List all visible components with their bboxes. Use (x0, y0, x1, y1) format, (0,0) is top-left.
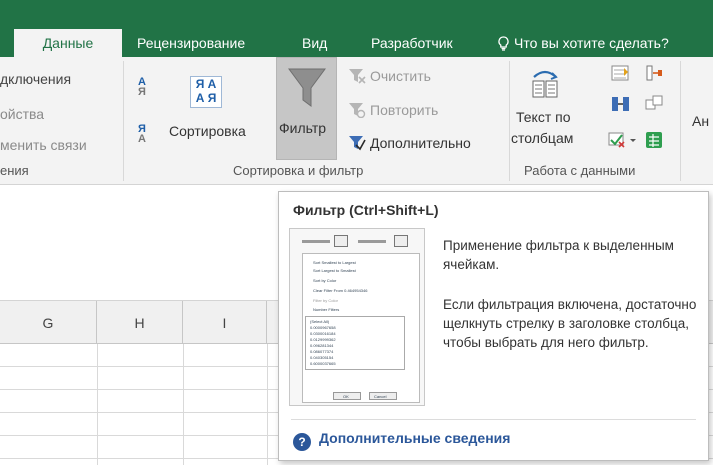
tell-me-text: Что вы хотите сделать? (514, 35, 669, 51)
tooltip-description: Применение фильтра к выделенным ячейкам. (443, 238, 674, 272)
funnel-icon (288, 68, 326, 107)
thumb-ok-button: OK (333, 392, 361, 400)
data-model-icon[interactable] (645, 131, 663, 149)
tab-data[interactable]: Данные (14, 29, 122, 57)
thumb-header-line (302, 240, 330, 243)
clear-filter-icon (349, 69, 366, 84)
thumb-filter-icon (394, 235, 408, 247)
tell-me-more-link[interactable]: ? Дополнительные сведения (293, 430, 510, 451)
sort-z-to-a-icon[interactable]: ЯА (138, 124, 146, 145)
advanced-filter-button[interactable]: Дополнительно (348, 135, 471, 151)
sort-a-to-z-icon[interactable]: АЯ (138, 77, 146, 98)
column-header-g[interactable]: G (0, 301, 97, 345)
advanced-filter-icon (349, 136, 366, 151)
sort-button[interactable]: Сортировка (169, 123, 246, 139)
properties-button[interactable]: ойства (0, 106, 44, 122)
flash-fill-icon[interactable] (611, 65, 631, 83)
thumb-dropdown-icon (334, 235, 348, 247)
help-icon: ? (293, 433, 311, 451)
sort-dialog-icon[interactable]: Я АА Я (190, 76, 222, 108)
reapply-button[interactable]: Повторить (348, 102, 438, 119)
grid-col-line (183, 344, 184, 465)
thumb-header-line (358, 240, 386, 243)
tell-me-search[interactable]: Что вы хотите сделать? (497, 29, 669, 57)
ribbon: дключения ойства менить связи ения АЯ ЯА… (0, 57, 713, 185)
what-if-icon[interactable] (645, 95, 663, 113)
group-divider (123, 61, 124, 181)
column-header-h[interactable]: H (97, 301, 183, 345)
analysis-button-partial[interactable]: Ан (692, 113, 709, 129)
tooltip-title: Фильтр (Ctrl+Shift+L) (293, 202, 439, 218)
group-divider (509, 61, 510, 181)
thumb-filter-menu: Sort Smallest to Largest Sort Largest to… (302, 253, 420, 403)
text-to-columns-icon (532, 70, 558, 98)
group-divider (680, 61, 681, 181)
reapply-icon (349, 103, 366, 119)
ribbon-tab-bar: Данные Рецензирование Вид Разработчик Чт… (0, 0, 713, 57)
data-validation-icon[interactable] (608, 131, 638, 149)
connections-group-label: ения (0, 163, 29, 178)
consolidate-icon[interactable] (645, 65, 663, 83)
data-tools-group-label: Работа с данными (524, 163, 636, 178)
edit-links-button[interactable]: менить связи (0, 137, 87, 153)
column-header-i[interactable]: I (183, 301, 267, 345)
tab-developer[interactable]: Разработчик (371, 29, 453, 57)
thumb-value-list: (Select All) 0.0000967658 0.0300016184 0… (305, 316, 405, 370)
tooltip-hint: Если фильтрация включена, достаточно щел… (443, 297, 697, 350)
clear-filter-button[interactable]: Очистить (348, 68, 431, 84)
tab-view[interactable]: Вид (302, 29, 327, 57)
filter-tooltip: Фильтр (Ctrl+Shift+L) Sort Smallest to L… (278, 191, 709, 461)
tooltip-divider (291, 419, 696, 420)
sort-filter-group-label: Сортировка и фильтр (233, 163, 364, 178)
tell-me-more-label: Дополнительные сведения (319, 430, 511, 446)
remove-duplicates-icon[interactable] (611, 95, 631, 113)
grid-col-line (267, 344, 268, 465)
lightbulb-icon (498, 36, 509, 51)
text-to-columns-button[interactable]: Текст по столбцам (511, 65, 600, 161)
connections-button[interactable]: дключения (0, 71, 71, 87)
filter-button[interactable]: Фильтр (276, 57, 337, 160)
thumb-cancel-button: Cancel (369, 392, 397, 400)
tooltip-thumbnail: Sort Smallest to Largest Sort Largest to… (289, 228, 425, 406)
tab-review[interactable]: Рецензирование (137, 29, 245, 57)
filter-label: Фильтр (279, 120, 327, 136)
grid-col-line (97, 344, 98, 465)
